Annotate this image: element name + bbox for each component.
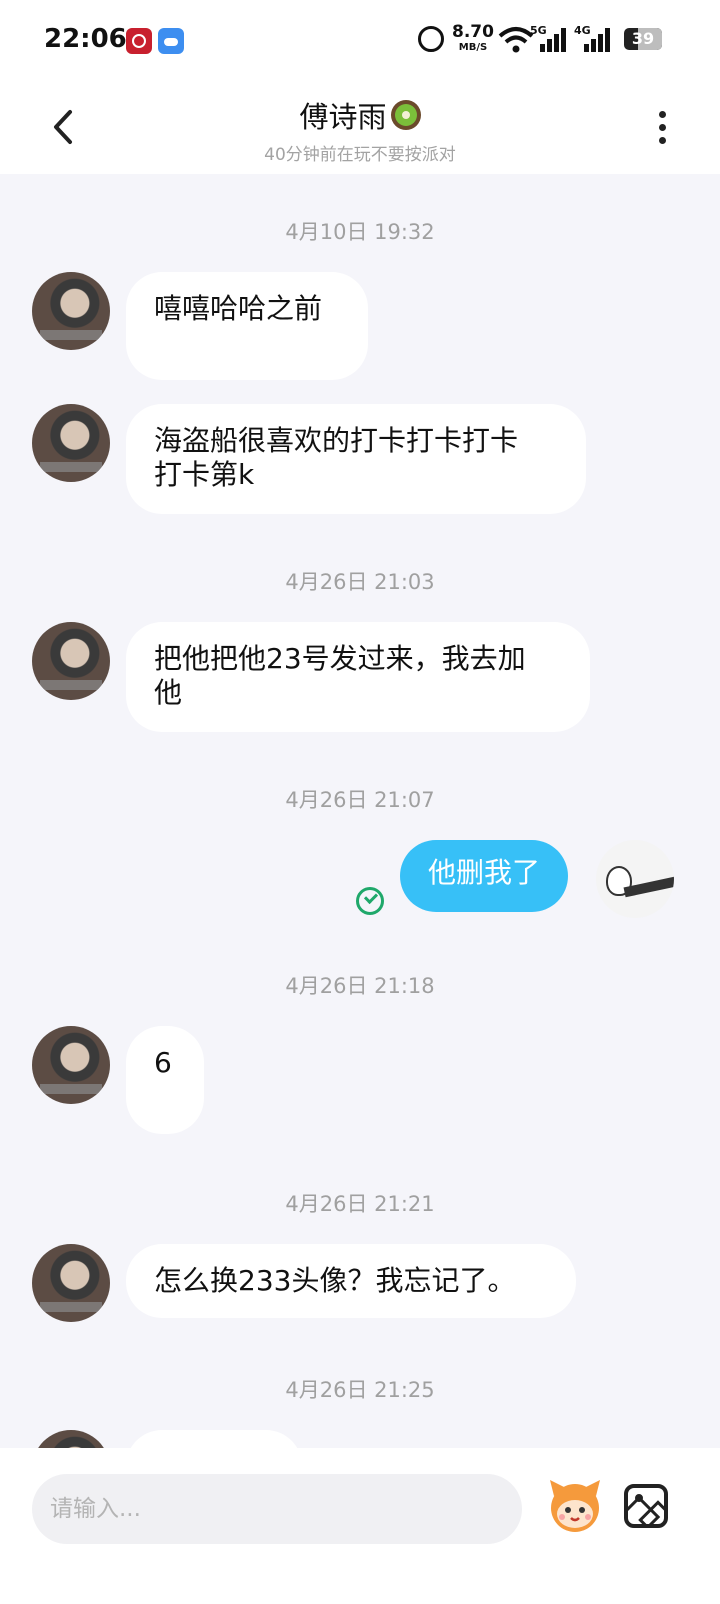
timestamp: 4月26日 21:18: [285, 974, 435, 998]
message-bubble-sent[interactable]: 他删我了: [400, 840, 569, 912]
contact-avatar[interactable]: [32, 272, 110, 350]
message-bubble[interactable]: 海盗船很喜欢的打卡打卡打卡 打卡第k: [126, 404, 586, 514]
message-text-line: 海盗船很喜欢的打卡打卡打卡: [154, 424, 519, 457]
bank-app-icon: [126, 28, 152, 54]
alarm-icon: [418, 26, 444, 52]
network-speed-unit: MB/S: [458, 42, 488, 53]
contact-name[interactable]: 傅诗雨: [299, 94, 421, 136]
battery-level: 39: [631, 29, 655, 48]
signal-5g-icon: 5G: [530, 24, 566, 54]
image-icon[interactable]: [624, 1484, 668, 1528]
signal-4g-icon: 4G: [574, 24, 610, 54]
contact-avatar[interactable]: [32, 1026, 110, 1104]
input-bar: [0, 1448, 720, 1604]
contact-avatar[interactable]: [32, 404, 110, 482]
more-vertical-icon[interactable]: [648, 108, 676, 148]
network-speed: 8.70 MB/S: [452, 24, 494, 56]
title-block: 傅诗雨 40分钟前在玩不要按派对: [0, 94, 720, 165]
timestamp: 4月26日 21:25: [285, 1378, 435, 1402]
status-bar: 22:06 8.70 MB/S 5G 4G 39: [0, 0, 720, 80]
timestamp: 4月10日 19:32: [285, 220, 435, 244]
message-text: 他删我了: [428, 856, 541, 889]
timestamp: 4月26日 21:21: [285, 1192, 435, 1216]
weather-app-icon: [158, 28, 184, 54]
message-bubble[interactable]: 把他把他23号发过来，我去加 他: [126, 622, 590, 732]
message-text-line: 打卡第k: [154, 458, 255, 491]
contact-status: 40分钟前在玩不要按派对: [264, 145, 456, 165]
message-bubble[interactable]: 6: [126, 1026, 204, 1134]
message-text-line: 他: [154, 676, 183, 709]
message-bubble[interactable]: [126, 1430, 302, 1448]
message-text-line: 把他把他23号发过来，我去加: [154, 642, 526, 675]
kiwi-emoji-icon: [390, 100, 421, 130]
message-input[interactable]: [32, 1474, 522, 1544]
message-list[interactable]: 4月10日 19:32 嘻嘻哈哈之前 海盗船很喜欢的打卡打卡打卡 打卡第k 4月…: [0, 174, 720, 1448]
check-circle-icon: [356, 887, 384, 915]
chat-header: 傅诗雨 40分钟前在玩不要按派对: [0, 80, 720, 174]
my-avatar[interactable]: [596, 840, 674, 918]
timestamp: 4月26日 21:03: [285, 570, 435, 594]
message-text: 6: [154, 1046, 172, 1079]
contact-avatar[interactable]: [32, 1244, 110, 1322]
message-bubble[interactable]: 嘻嘻哈哈之前: [126, 272, 368, 380]
battery-icon: 39: [624, 28, 662, 50]
signal-4g-label: 4G: [574, 24, 591, 37]
emoji-sticker-icon[interactable]: [544, 1474, 606, 1536]
signal-5g-label: 5G: [530, 24, 547, 37]
message-text: 怎么换233头像？我忘记了。: [154, 1264, 516, 1297]
timestamp: 4月26日 21:07: [285, 788, 435, 812]
contact-avatar[interactable]: [32, 622, 110, 700]
message-text: 嘻嘻哈哈之前: [154, 292, 323, 325]
contact-name-text: 傅诗雨: [299, 100, 387, 134]
contact-avatar[interactable]: [32, 1430, 110, 1448]
network-speed-value: 8.70: [452, 22, 494, 42]
wifi-icon: [498, 27, 534, 53]
status-time: 22:06: [44, 24, 127, 54]
message-bubble[interactable]: 怎么换233头像？我忘记了。: [126, 1244, 576, 1318]
